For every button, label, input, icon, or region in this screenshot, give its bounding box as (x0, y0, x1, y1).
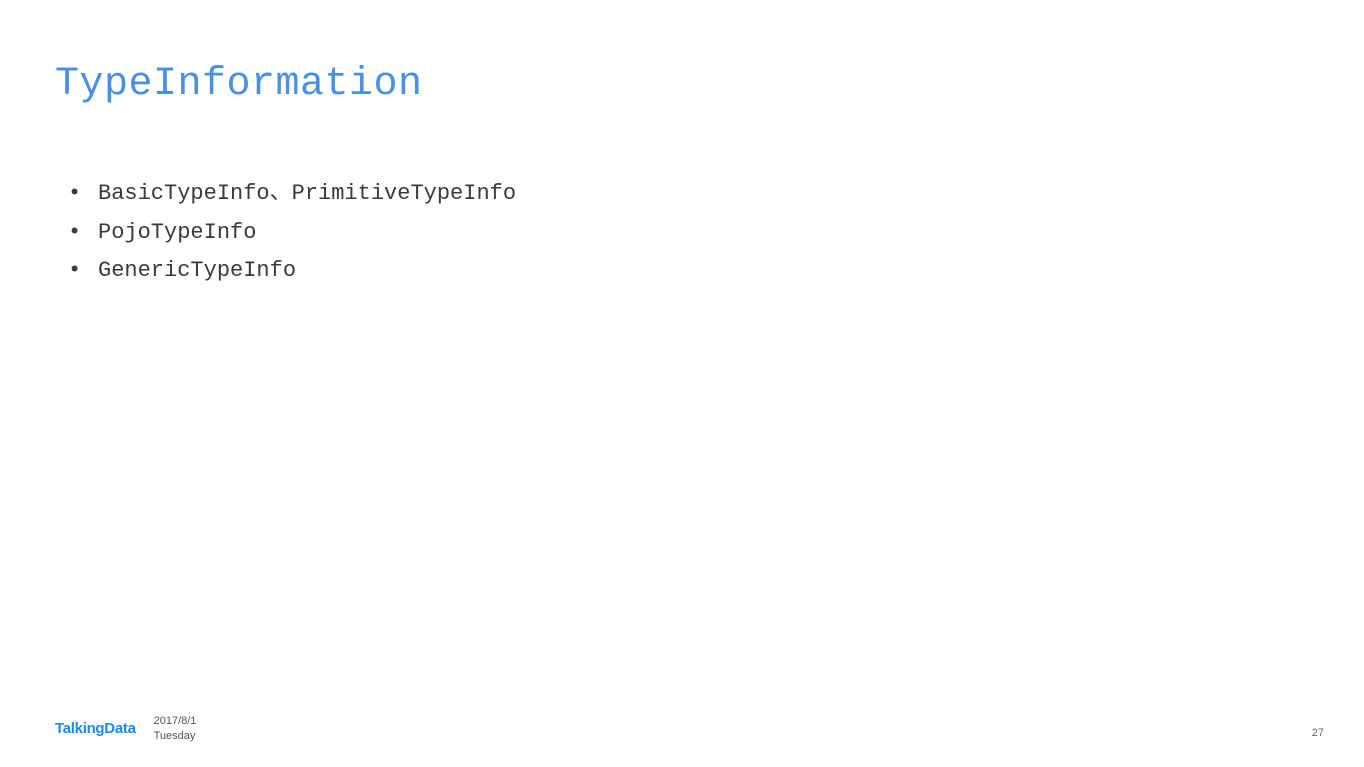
slide-title: TypeInformation (55, 62, 423, 107)
date-text: 2017/8/1 (154, 714, 197, 728)
logo: TalkingData (55, 720, 136, 737)
bullet-list: BasicTypeInfo、PrimitiveTypeInfo PojoType… (68, 175, 516, 291)
footer: TalkingData 2017/8/1 Tuesday (55, 714, 196, 743)
date-block: 2017/8/1 Tuesday (154, 714, 197, 743)
list-item: BasicTypeInfo、PrimitiveTypeInfo (68, 175, 516, 214)
list-item: PojoTypeInfo (68, 214, 516, 253)
list-item: GenericTypeInfo (68, 252, 516, 291)
page-number: 27 (1312, 727, 1324, 739)
day-text: Tuesday (154, 729, 197, 743)
